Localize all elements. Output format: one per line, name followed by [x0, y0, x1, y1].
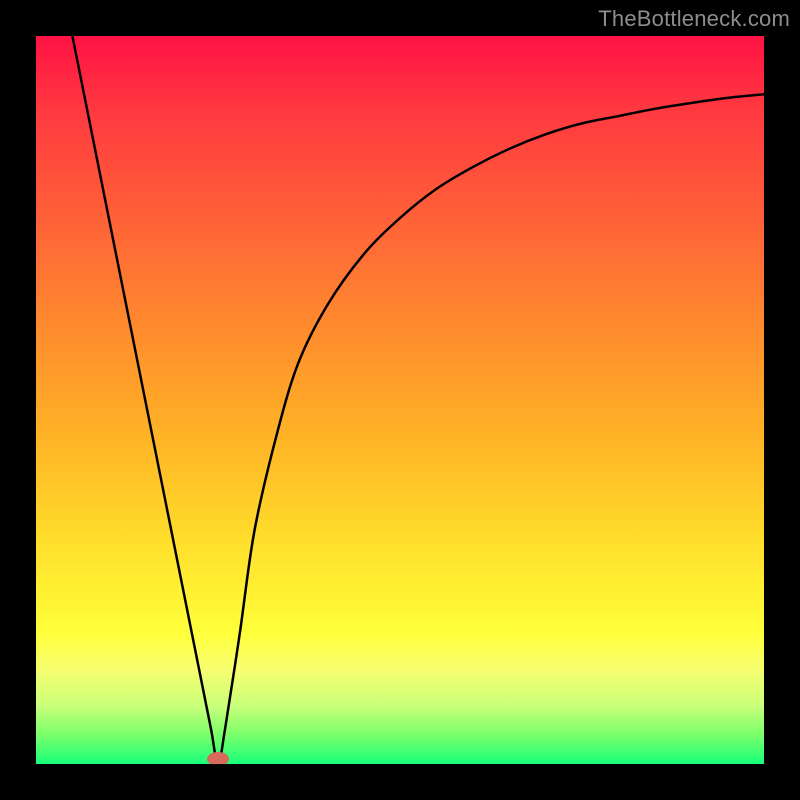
- bottleneck-curve: [36, 36, 764, 764]
- optimum-marker: [207, 752, 229, 764]
- plot-area: [36, 36, 764, 764]
- chart-frame: TheBottleneck.com: [0, 0, 800, 800]
- watermark-text: TheBottleneck.com: [598, 6, 790, 32]
